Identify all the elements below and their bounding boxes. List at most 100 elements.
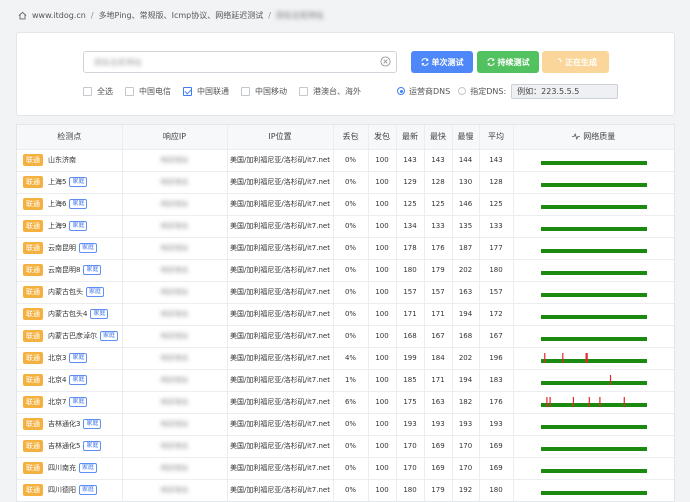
loss-rate: 0% (333, 457, 369, 480)
slowest-ms: 202 (452, 347, 480, 370)
quality-chart (540, 205, 647, 209)
test-panel: 单次测试 持续测试 正在生成 全选 中国电信 中国联通 中国移动 港澳台、海外 运营商D… (16, 32, 675, 116)
checkbox-box[interactable] (125, 86, 134, 96)
probe-city: 四川南充 (48, 464, 76, 472)
breadcrumb-separator: / (268, 11, 271, 20)
column-header[interactable]: 平均 (479, 125, 514, 150)
continuous-test-button[interactable]: 持续测试 (477, 51, 539, 73)
latest-ms: 134 (396, 215, 425, 238)
breadcrumb-section[interactable]: 多地Ping、常规版、Icmp协议、网络延迟测试 (99, 10, 264, 21)
latest-ms: 170 (396, 457, 425, 480)
column-header[interactable]: 丢包 (333, 125, 369, 150)
slowest-ms: 146 (452, 193, 480, 216)
slowest-ms: 144 (452, 149, 480, 172)
filter-checkbox[interactable]: 中国移动 (241, 86, 287, 97)
isp-badge: 联通 (23, 418, 43, 430)
generating-label: 正在生成 (565, 57, 597, 67)
home-tag: 家庭 (69, 353, 88, 363)
probe-city: 内蒙古包头4 (48, 310, 88, 318)
single-test-button[interactable]: 单次测试 (411, 51, 473, 73)
column-header[interactable]: 最新 (396, 125, 425, 150)
column-header[interactable]: 最快 (424, 125, 453, 150)
ip-location: 美国/加利福尼亚/洛杉矶/it7.net (227, 413, 334, 436)
ip-location: 美国/加利福尼亚/洛杉矶/it7.net (227, 237, 334, 260)
average-ms: 169 (479, 457, 514, 480)
table-row: 联通 上海5 家庭 响应地址 美国/加利福尼亚/洛杉矶/it7.net 0% 100 129 1… (17, 171, 674, 194)
slowest-ms: 193 (452, 413, 480, 436)
generating-button[interactable]: 正在生成 (542, 51, 609, 73)
filter-checkbox[interactable]: 中国电信 (125, 86, 171, 97)
radio-dot[interactable] (397, 87, 405, 95)
column-header[interactable]: 最慢 (452, 125, 480, 150)
search-box (83, 51, 397, 73)
refresh-icon (420, 58, 429, 66)
custom-dns-radio[interactable]: 指定DNS: (458, 86, 506, 97)
quality-bar (540, 469, 647, 473)
checkbox-box[interactable] (241, 86, 250, 96)
column-header[interactable]: IP位置 (227, 125, 334, 150)
latest-ms: 129 (396, 171, 425, 194)
checkbox-box[interactable] (83, 86, 92, 96)
loss-rate: 0% (333, 171, 369, 194)
loss-spike (543, 353, 546, 363)
continuous-test-label: 持续测试 (497, 57, 530, 67)
isp-badge: 联通 (23, 462, 43, 474)
probe-node: 联通 山东济南 (17, 149, 123, 172)
quality-bar (540, 425, 647, 429)
filter-checkbox[interactable]: 中国联通 (183, 86, 229, 97)
probe-node: 联通 上海9 家庭 (17, 215, 123, 238)
quality-bar (540, 183, 647, 187)
fastest-ms: 157 (424, 281, 453, 304)
quality-chart (540, 397, 647, 407)
results-table-container: 检测点 响应IP IP位置 丢包 发包 最新 最快 最慢 平均 网络质量 联通 山东济南 响应地址 美国… (16, 124, 675, 502)
quality-chart (540, 375, 647, 385)
isp-badge: 联通 (23, 330, 43, 342)
quality-chart (540, 491, 647, 495)
latest-ms: 157 (396, 281, 425, 304)
home-tag: 家庭 (69, 221, 88, 231)
home-tag: 家庭 (69, 177, 88, 187)
checkbox-box[interactable] (299, 86, 308, 96)
isp-badge: 联通 (23, 484, 43, 496)
fastest-ms: 171 (424, 369, 453, 392)
sent-count: 100 (368, 303, 397, 326)
loss-rate: 6% (333, 391, 369, 414)
table-row: 联通 内蒙古包头 家庭 响应地址 美国/加利福尼亚/洛杉矶/it7.net 0% 100 15… (17, 281, 674, 304)
sent-count: 100 (368, 281, 397, 304)
fastest-ms: 133 (424, 215, 453, 238)
average-ms: 169 (479, 435, 514, 458)
custom-dns-input[interactable] (511, 83, 619, 99)
probe-node: 联通 内蒙古包头4 家庭 (17, 303, 123, 326)
column-header[interactable]: 网络质量 (513, 125, 674, 150)
probe-node: 联通 四川南充 家庭 (17, 457, 123, 480)
slowest-ms: 182 (452, 391, 480, 414)
average-ms: 183 (479, 369, 514, 392)
column-header[interactable]: 发包 (368, 125, 397, 150)
probe-node: 联通 北京3 家庭 (17, 347, 123, 370)
column-header[interactable]: 响应IP (122, 125, 228, 150)
operator-dns-label: 运营商DNS (409, 86, 451, 96)
probe-node: 联通 内蒙古巴彦淖尔 家庭 (17, 325, 123, 348)
isp-badge: 联通 (23, 220, 43, 232)
quality-chart (540, 447, 647, 451)
column-header[interactable]: 检测点 (17, 125, 123, 150)
probe-node: 联通 上海6 家庭 (17, 193, 123, 216)
filter-checkbox[interactable]: 港澳台、海外 (299, 86, 361, 97)
home-tag: 家庭 (69, 375, 88, 385)
operator-dns-radio[interactable]: 运营商DNS (397, 86, 450, 97)
checkbox-box[interactable] (183, 86, 192, 96)
probe-node: 联通 上海5 家庭 (17, 171, 123, 194)
ip-location: 美国/加利福尼亚/洛杉矶/it7.net (227, 435, 334, 458)
radio-dot[interactable] (458, 87, 467, 95)
latest-ms: 178 (396, 237, 425, 260)
home-icon[interactable] (18, 11, 27, 20)
slowest-ms: 163 (452, 281, 480, 304)
response-ip: 响应地址 (122, 413, 228, 436)
breadcrumb-site[interactable]: www.itdog.cn (32, 11, 86, 20)
clear-icon[interactable] (380, 56, 391, 67)
latest-ms: 143 (396, 149, 425, 172)
loss-rate: 0% (333, 413, 369, 436)
filter-checkbox[interactable]: 全选 (83, 86, 113, 97)
network-quality (513, 237, 674, 260)
host-input[interactable] (92, 55, 376, 70)
